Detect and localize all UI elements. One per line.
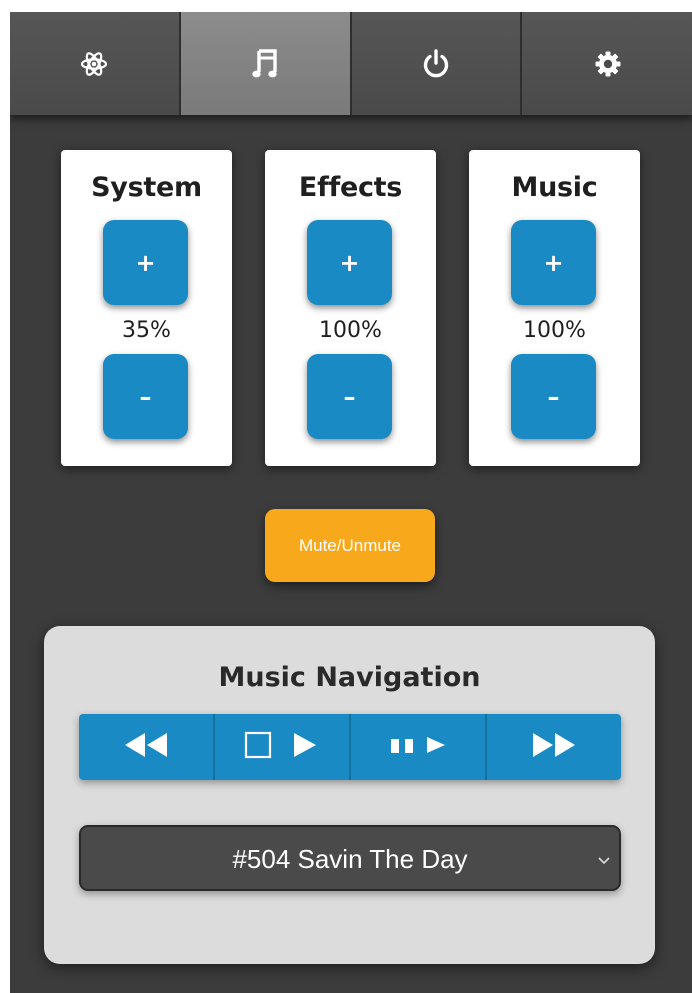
- system-volume-value: 35%: [122, 318, 171, 343]
- system-volume-card: System + 35% –: [61, 150, 232, 466]
- pause-play-button[interactable]: [351, 714, 487, 780]
- mute-unmute-button[interactable]: Mute/Unmute: [265, 509, 435, 582]
- effects-volume-card: Effects + 100% –: [265, 150, 436, 466]
- stop-play-button[interactable]: [215, 714, 351, 780]
- tab-settings[interactable]: [522, 12, 692, 115]
- rewind-button[interactable]: [79, 714, 215, 780]
- music-note-icon: [251, 48, 279, 80]
- track-select[interactable]: #504 Savin The Day: [79, 825, 621, 891]
- tab-power[interactable]: [351, 12, 523, 115]
- tab-atom[interactable]: [10, 12, 181, 115]
- system-volume-up-button[interactable]: +: [103, 220, 188, 305]
- chevron-down-icon: [597, 851, 611, 870]
- effects-volume-up-button[interactable]: +: [307, 220, 392, 305]
- music-navigation-panel: Music Navigation #504 Savin The Day: [44, 626, 655, 964]
- rewind-icon: [123, 732, 169, 762]
- effects-volume-down-button[interactable]: –: [307, 354, 392, 439]
- atom-icon: [79, 49, 109, 79]
- effects-volume-title: Effects: [298, 172, 403, 203]
- transport-controls: [79, 714, 621, 780]
- music-volume-value: 100%: [523, 318, 586, 343]
- gear-icon: [593, 49, 623, 79]
- fast-forward-button[interactable]: [487, 714, 621, 780]
- music-navigation-title: Music Navigation: [218, 662, 481, 693]
- top-tab-bar: [10, 12, 692, 115]
- music-volume-title: Music: [511, 172, 598, 203]
- selected-track-label: #504 Savin The Day: [232, 844, 468, 874]
- sound-settings-screen: System + 35% – Effects + 100% – Music + …: [10, 12, 692, 993]
- stop-play-icon: [244, 731, 320, 763]
- music-volume-down-button[interactable]: –: [511, 354, 596, 439]
- tab-music[interactable]: [180, 12, 352, 115]
- effects-volume-value: 100%: [319, 318, 382, 343]
- power-icon: [421, 48, 451, 80]
- music-volume-card: Music + 100% –: [469, 150, 640, 466]
- system-volume-title: System: [91, 172, 202, 203]
- music-volume-up-button[interactable]: +: [511, 220, 596, 305]
- pause-play-icon: [389, 734, 447, 760]
- system-volume-down-button[interactable]: –: [103, 354, 188, 439]
- fast-forward-icon: [531, 732, 577, 762]
